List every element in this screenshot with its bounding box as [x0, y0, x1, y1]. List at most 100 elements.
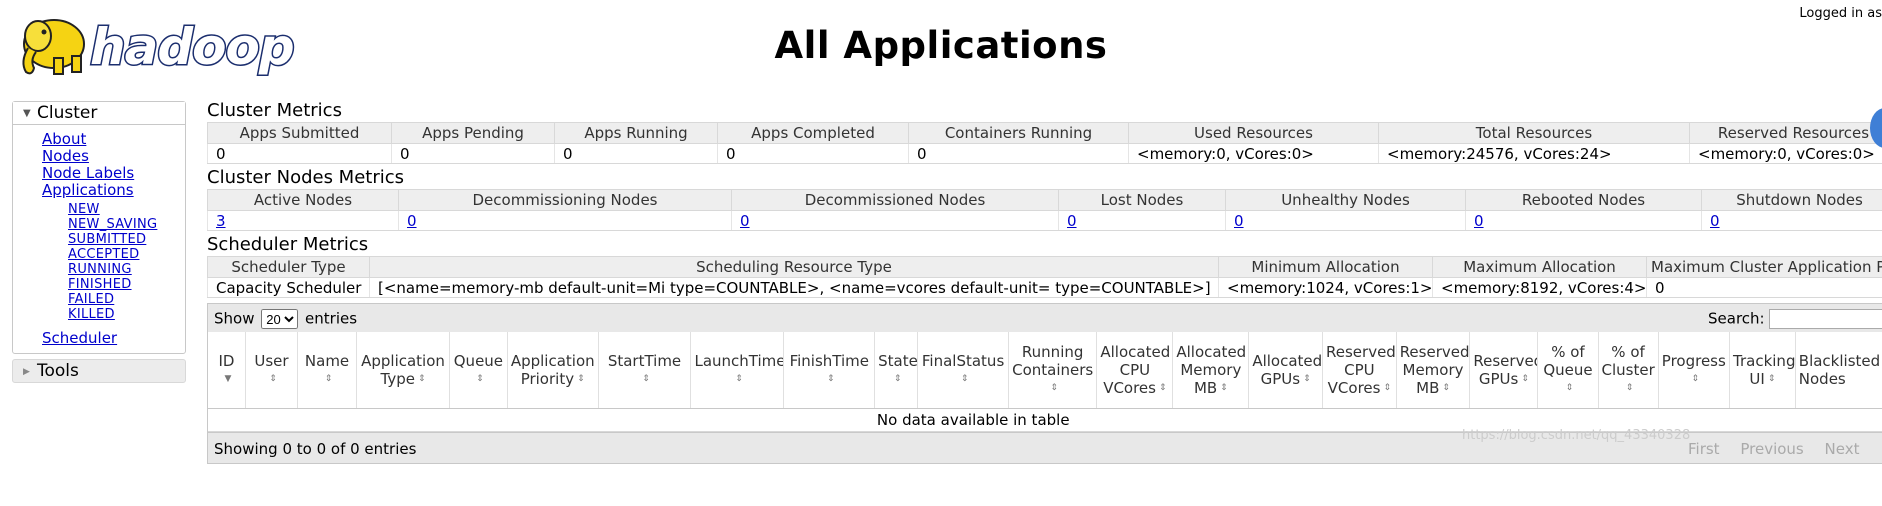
link-decommissioned-nodes[interactable]: 0 [740, 212, 750, 230]
watermark: https://blog.csdn.net/qq_43340328 [1462, 428, 1691, 443]
link-active-nodes[interactable]: 3 [216, 212, 226, 230]
col-final-status[interactable]: FinalStatus ⇕ [917, 332, 1009, 409]
link-decommissioning-nodes[interactable]: 0 [407, 212, 417, 230]
col-launch-time[interactable]: LaunchTime ⇕ [690, 332, 785, 409]
col-finish-time[interactable]: FinishTime ⇕ [783, 332, 876, 409]
sort-icon: ⇕ [1383, 383, 1392, 393]
value-total-resources: <memory:24576, vCores:24> [1378, 143, 1690, 164]
header-shutdown-nodes: Shutdown Nodes [1701, 189, 1882, 211]
value-apps-running: 0 [554, 143, 718, 164]
col-label: Progress [1661, 352, 1726, 370]
sort-icon: ⇕ [1767, 374, 1776, 384]
col-blacklisted-nodes[interactable]: Blacklisted Nodes [1795, 332, 1882, 409]
col-state[interactable]: State ⇕ [874, 332, 919, 409]
search-input[interactable] [1768, 309, 1882, 329]
nav-state-submitted[interactable]: SUBMITTED [13, 232, 185, 247]
nav-state-accepted[interactable]: ACCEPTED [13, 247, 185, 262]
applications-table: ID ▼ User ⇕ Name ⇕ Application Type ⇕ Queue ⇕… [208, 332, 1882, 432]
nav-scheduler[interactable]: Scheduler [13, 330, 185, 347]
col-allocated-cpu-vcores[interactable]: Allocated CPU VCores ⇕ [1096, 332, 1174, 409]
link-lost-nodes[interactable]: 0 [1067, 212, 1077, 230]
cluster-label: Cluster [37, 103, 98, 123]
col-label: FinishTime [789, 352, 870, 370]
col-tracking-ui[interactable]: Tracking UI ⇕ [1729, 332, 1796, 409]
nav-state-running[interactable]: RUNNING [13, 262, 185, 277]
col-label: Allocated GPUs [1252, 352, 1323, 388]
col-queue[interactable]: Queue ⇕ [449, 332, 508, 409]
value-scheduling-resource-type: [<name=memory-mb default-unit=Mi type=CO… [369, 277, 1219, 298]
nav-state-failed[interactable]: FAILED [13, 292, 185, 307]
header-apps-pending: Apps Pending [391, 122, 555, 144]
col-reserved-cpu-vcores[interactable]: Reserved CPU VCores ⇕ [1322, 332, 1397, 409]
nav-about[interactable]: About [13, 131, 185, 148]
col-reserved-gpus[interactable]: Reserved GPUs ⇕ [1469, 332, 1539, 409]
scheduler-metrics-table: Scheduler Type Scheduling Resource Type … [207, 256, 1882, 298]
nav-nodes[interactable]: Nodes [13, 148, 185, 165]
col-id[interactable]: ID ▼ [208, 332, 246, 409]
col-percent-of-cluster[interactable]: % of Cluster ⇕ [1598, 332, 1659, 409]
value-max-app-priority: 0 [1646, 277, 1882, 298]
search-label: Search: [1708, 309, 1765, 328]
header-apps-completed: Apps Completed [717, 122, 909, 144]
col-allocated-gpus[interactable]: Allocated GPUs ⇕ [1248, 332, 1323, 409]
col-label: Blacklisted Nodes [1798, 352, 1881, 388]
link-rebooted-nodes[interactable]: 0 [1474, 212, 1484, 230]
col-reserved-memory-mb[interactable]: Reserved Memory MB ⇕ [1396, 332, 1471, 409]
value-used-resources: <memory:0, vCores:0> [1128, 143, 1379, 164]
next-page-button[interactable]: Next [1825, 440, 1860, 458]
header-lost-nodes: Lost Nodes [1058, 189, 1226, 211]
col-progress[interactable]: Progress ⇕ [1658, 332, 1731, 409]
nav-node-labels[interactable]: Node Labels [13, 165, 185, 182]
col-user[interactable]: User ⇕ [245, 332, 299, 409]
sort-icon: ⇕ [1050, 383, 1058, 393]
sort-icon: ⇕ [893, 374, 902, 384]
cluster-nav: ▼ Cluster About Nodes Node Labels Applica… [12, 101, 186, 354]
header-containers-running: Containers Running [908, 122, 1129, 144]
header-max-app-priority: Maximum Cluster Application Priority [1646, 256, 1882, 278]
triangle-down-icon: ▼ [23, 108, 31, 119]
nav-state-finished[interactable]: FINISHED [13, 277, 185, 292]
sort-icon: ⇕ [960, 374, 969, 384]
col-application-priority[interactable]: Application Priority ⇕ [507, 332, 599, 409]
col-label: Application Type [361, 352, 445, 388]
col-allocated-memory-mb[interactable]: Allocated Memory MB ⇕ [1172, 332, 1250, 409]
nav-state-killed[interactable]: KILLED [13, 307, 185, 322]
value-scheduler-type: Capacity Scheduler [207, 277, 370, 298]
nav-applications[interactable]: Applications [13, 182, 185, 199]
col-label: Tracking UI [1733, 352, 1796, 388]
col-name[interactable]: Name ⇕ [297, 332, 358, 409]
link-unhealthy-nodes[interactable]: 0 [1234, 212, 1244, 230]
tools-toggle[interactable]: ▶ Tools [12, 359, 186, 383]
tools-label: Tools [37, 361, 79, 381]
header-decommissioned-nodes: Decommissioned Nodes [731, 189, 1059, 211]
col-label: Queue [453, 352, 504, 370]
col-label: ID [218, 352, 235, 370]
col-label: Name [304, 352, 350, 370]
col-application-type[interactable]: Application Type ⇕ [356, 332, 450, 409]
col-label: FinalStatus [921, 352, 1005, 370]
nav-state-new-saving[interactable]: NEW_SAVING [13, 217, 185, 232]
cluster-toggle[interactable]: ▼ Cluster [13, 102, 185, 125]
col-running-containers[interactable]: Running Containers ⇕ [1008, 332, 1098, 409]
sort-icon: ⇕ [827, 374, 835, 384]
sort-icon: ⇕ [1521, 374, 1529, 384]
link-shutdown-nodes[interactable]: 0 [1710, 212, 1720, 230]
col-percent-of-queue[interactable]: % of Queue ⇕ [1537, 332, 1599, 409]
nav-state-new[interactable]: NEW [13, 202, 185, 217]
col-label: State [878, 352, 918, 370]
page-length-select[interactable]: 20 [261, 309, 299, 329]
sort-icon: ⇕ [577, 374, 585, 384]
first-page-button[interactable]: First [1688, 440, 1720, 458]
previous-page-button[interactable]: Previous [1740, 440, 1803, 458]
value-reserved-resources: <memory:0, vCores:0> [1689, 143, 1882, 164]
logged-in-label: Logged in as [1799, 6, 1882, 21]
sort-icon: ⇕ [1158, 383, 1167, 393]
col-start-time[interactable]: StartTime ⇕ [598, 332, 692, 409]
header-apps-submitted: Apps Submitted [207, 122, 392, 144]
sort-icon: ⇕ [735, 374, 743, 384]
sort-icon: ⇕ [1303, 374, 1311, 384]
sort-icon: ⇕ [1625, 383, 1634, 393]
header-minimum-allocation: Minimum Allocation [1218, 256, 1433, 278]
col-label: User [254, 352, 289, 370]
nodes-metrics-table: Active Nodes Decommissioning Nodes Decom… [207, 189, 1882, 231]
